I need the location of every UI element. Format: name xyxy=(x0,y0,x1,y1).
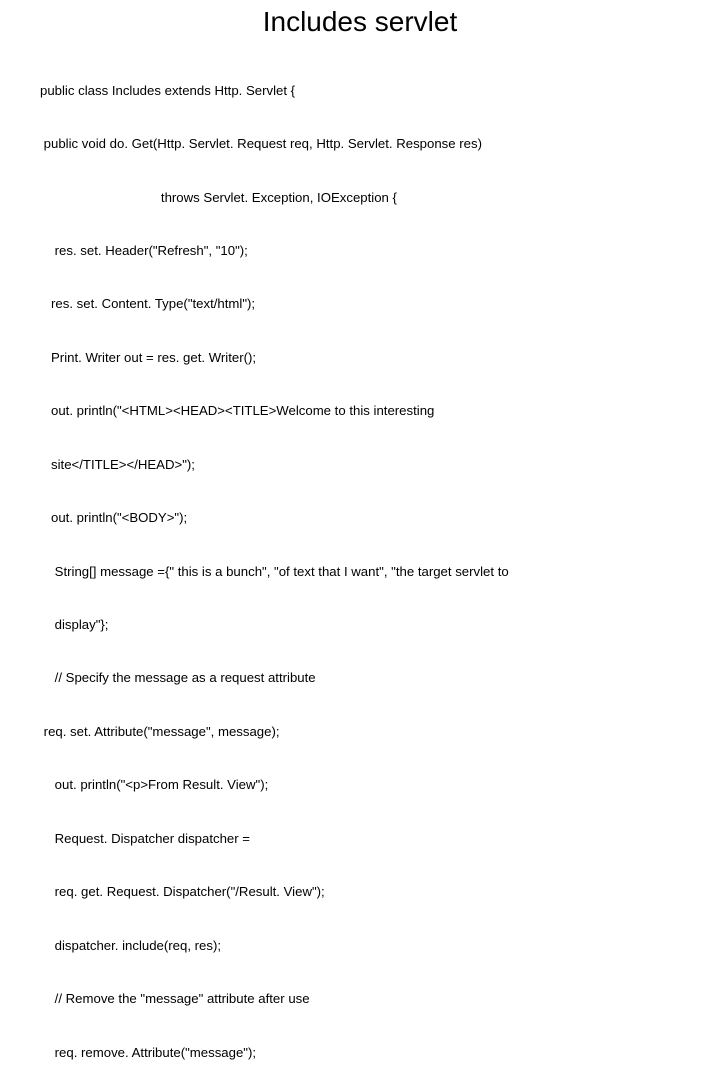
code-line: display"}; xyxy=(40,616,680,634)
code-block: public class Includes extends Http. Serv… xyxy=(40,46,680,1080)
code-line: res. set. Header("Refresh", "10"); xyxy=(40,242,680,260)
code-line: out. println("<HTML><HEAD><TITLE>Welcome… xyxy=(40,402,680,420)
code-line: out. println("<BODY>"); xyxy=(40,509,680,527)
code-line: public void do. Get(Http. Servlet. Reque… xyxy=(40,135,680,153)
code-line: // Specify the message as a request attr… xyxy=(40,669,680,687)
code-line: out. println("<p>From Result. View"); xyxy=(40,776,680,794)
code-line: dispatcher. include(req, res); xyxy=(40,937,680,955)
code-line: // Remove the "message" attribute after … xyxy=(40,990,680,1008)
code-line: res. set. Content. Type("text/html"); xyxy=(40,295,680,313)
code-line: site</TITLE></HEAD>"); xyxy=(40,456,680,474)
code-line: Request. Dispatcher dispatcher = xyxy=(40,830,680,848)
code-line: req. get. Request. Dispatcher("/Result. … xyxy=(40,883,680,901)
code-line: Print. Writer out = res. get. Writer(); xyxy=(40,349,680,367)
code-line: String[] message ={" this is a bunch", "… xyxy=(40,563,680,581)
code-line: public class Includes extends Http. Serv… xyxy=(40,82,680,100)
slide-title: Includes servlet xyxy=(40,6,680,38)
code-line: throws Servlet. Exception, IOException { xyxy=(40,189,680,207)
code-line: req. remove. Attribute("message"); xyxy=(40,1044,680,1062)
code-line: req. set. Attribute("message", message); xyxy=(40,723,680,741)
slide: Includes servlet public class Includes e… xyxy=(0,0,720,540)
